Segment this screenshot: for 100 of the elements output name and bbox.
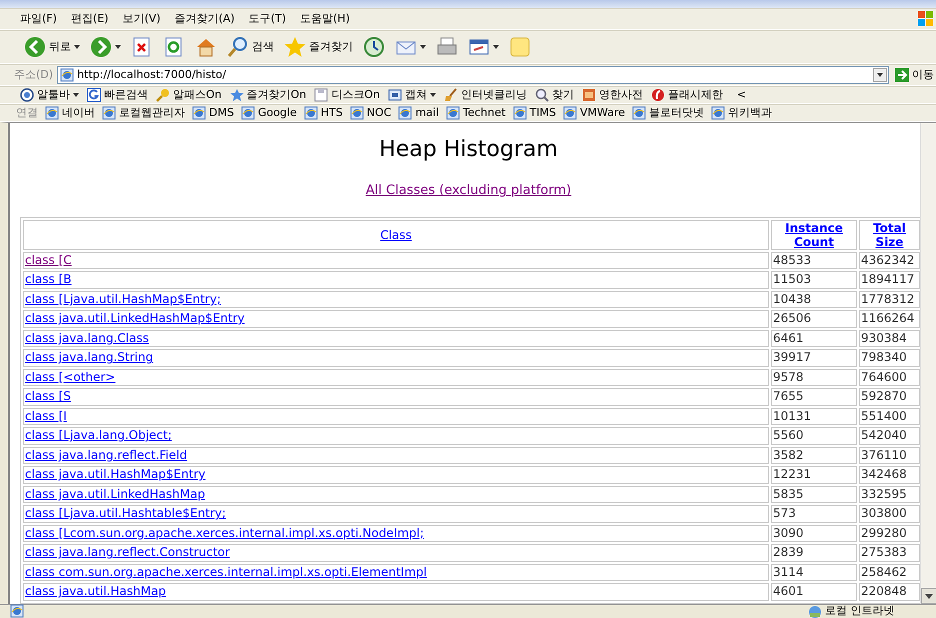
globe-icon bbox=[20, 88, 34, 102]
class-link[interactable]: class java.lang.Class bbox=[25, 330, 149, 345]
capture-icon bbox=[388, 88, 402, 102]
key-icon bbox=[156, 88, 170, 102]
column-header-link[interactable]: Total Size bbox=[861, 220, 918, 249]
class-link[interactable]: class [Ljava.lang.Object; bbox=[25, 428, 172, 442]
table-cell: 10438 bbox=[771, 290, 857, 308]
toolbar-button[interactable]: 빠른검색 bbox=[87, 86, 148, 104]
table-cell: 11503 bbox=[771, 271, 857, 289]
g-icon bbox=[87, 88, 101, 102]
link-button[interactable]: 블로터닷넷 bbox=[632, 104, 704, 122]
table-cell: 551400 bbox=[859, 408, 920, 426]
go-button[interactable]: 이동 bbox=[893, 66, 936, 84]
web-page-icon bbox=[45, 106, 59, 120]
caret-icon bbox=[877, 73, 883, 77]
toolbar-button[interactable]: 디스크On bbox=[314, 86, 380, 104]
toolbar-button[interactable]: 인터넷클리닝 bbox=[444, 86, 527, 104]
table-cell: 342468 bbox=[859, 466, 920, 484]
table-cell: 3090 bbox=[771, 524, 857, 542]
toolbar-button[interactable]: 즐겨찾기On bbox=[230, 86, 306, 104]
flash-icon bbox=[650, 88, 665, 102]
dropdown-button[interactable] bbox=[873, 68, 887, 82]
toolbar-button[interactable]: 찾기 bbox=[534, 86, 574, 104]
table-cell: 7655 bbox=[771, 388, 857, 406]
class-link[interactable]: class [S bbox=[25, 389, 71, 404]
link-button[interactable]: TIMS bbox=[512, 104, 556, 122]
web-page-icon bbox=[60, 68, 74, 82]
star-icon bbox=[284, 36, 306, 58]
web-page-icon bbox=[304, 106, 318, 120]
class-link[interactable]: class java.lang.String bbox=[25, 350, 154, 364]
table-cell: 1166264 bbox=[859, 310, 920, 328]
clock-icon bbox=[363, 36, 385, 58]
menu-item[interactable]: 도구(T) bbox=[242, 10, 292, 28]
toolbar-button[interactable]: 뒤로 bbox=[22, 34, 82, 60]
link-button[interactable]: HTS bbox=[304, 104, 343, 122]
go-arrow-icon bbox=[895, 68, 909, 82]
link-button[interactable]: Technet bbox=[446, 104, 506, 122]
class-link[interactable]: class [<other> bbox=[25, 370, 116, 384]
web-page-icon bbox=[102, 106, 116, 120]
web-page-icon bbox=[240, 106, 255, 120]
table-cell: 592870 bbox=[859, 388, 920, 406]
class-link[interactable]: class [B bbox=[25, 272, 72, 286]
link-button[interactable]: VMWare bbox=[563, 104, 626, 122]
menu-item[interactable]: 보기(V) bbox=[116, 10, 167, 28]
web-page-icon bbox=[398, 106, 412, 120]
class-link[interactable]: class java.lang.reflect.Field bbox=[25, 448, 188, 462]
toolbar-button[interactable] bbox=[88, 34, 123, 60]
menu-item[interactable]: 즐겨찾기(A) bbox=[168, 10, 241, 28]
table-cell: 9578 bbox=[771, 368, 857, 386]
all-classes-link[interactable]: All Classes (excluding platform) bbox=[366, 183, 572, 198]
link-button[interactable]: mail bbox=[398, 104, 439, 122]
class-link[interactable]: class java.util.HashMap bbox=[25, 584, 166, 598]
web-page-icon bbox=[563, 106, 578, 120]
note-icon bbox=[509, 36, 531, 58]
more-button[interactable]: < bbox=[736, 86, 746, 104]
address-field[interactable]: http://localhost:7000/histo/ bbox=[57, 66, 889, 84]
table-cell: 1894117 bbox=[859, 271, 920, 289]
web-page-icon bbox=[192, 106, 206, 120]
class-link[interactable]: class java.util.HashMap$Entry bbox=[25, 467, 206, 482]
class-link[interactable]: class [C bbox=[25, 252, 72, 267]
down-arrow-icon[interactable] bbox=[925, 594, 933, 598]
flag-icon bbox=[917, 10, 934, 28]
menu-item[interactable]: 파일(F) bbox=[14, 10, 63, 28]
link-button[interactable]: DMS bbox=[192, 104, 234, 122]
table-cell: 930384 bbox=[859, 330, 920, 348]
toolbar-button[interactable]: 검색 bbox=[225, 34, 276, 60]
book-icon bbox=[582, 88, 596, 102]
toolbar-button[interactable]: 즐겨찾기 bbox=[282, 34, 355, 60]
toolbar-button[interactable] bbox=[361, 34, 387, 60]
toolbar-button[interactable]: 알툴바 bbox=[20, 86, 79, 104]
toolbar-button[interactable]: 플래시제한 bbox=[650, 86, 723, 104]
broom-icon bbox=[444, 88, 458, 102]
web-page-icon bbox=[711, 106, 726, 120]
link-button[interactable]: 위키백과 bbox=[711, 104, 772, 122]
table-cell: 3114 bbox=[771, 564, 857, 582]
table-cell: 26506 bbox=[771, 310, 857, 328]
table-cell: 48533 bbox=[771, 252, 857, 270]
address-label: 주소(D) bbox=[14, 66, 54, 83]
search-icon bbox=[534, 88, 549, 102]
link-button[interactable]: 네이버 bbox=[45, 104, 95, 122]
menu-item[interactable]: 도움말(H) bbox=[294, 10, 356, 28]
scrollbar[interactable] bbox=[920, 123, 936, 604]
search-icon bbox=[227, 36, 249, 58]
link-button[interactable]: NOC bbox=[350, 104, 392, 122]
link-button[interactable]: Google bbox=[240, 104, 297, 122]
table-cell: 376110 bbox=[859, 446, 920, 464]
house-icon bbox=[195, 36, 217, 58]
toolbar-button[interactable]: 알패스On bbox=[156, 86, 222, 104]
web-page-icon bbox=[350, 106, 364, 120]
table-cell: 764600 bbox=[859, 368, 920, 386]
link-button[interactable]: 로컬웹관리자 bbox=[102, 104, 185, 122]
column-header-link[interactable]: Instance Count bbox=[773, 220, 855, 249]
menu-item[interactable]: 편집(E) bbox=[64, 10, 114, 28]
web-page-icon bbox=[512, 106, 527, 120]
class-link[interactable]: class java.util.LinkedHashMap bbox=[25, 486, 206, 501]
toolbar-button[interactable]: 캡쳐 bbox=[388, 86, 436, 104]
table-cell: 220848 bbox=[859, 583, 920, 601]
toolbar-button[interactable]: 영한사전 bbox=[582, 86, 643, 104]
table-cell: 12231 bbox=[771, 466, 857, 484]
class-link[interactable]: class [I bbox=[25, 408, 67, 423]
